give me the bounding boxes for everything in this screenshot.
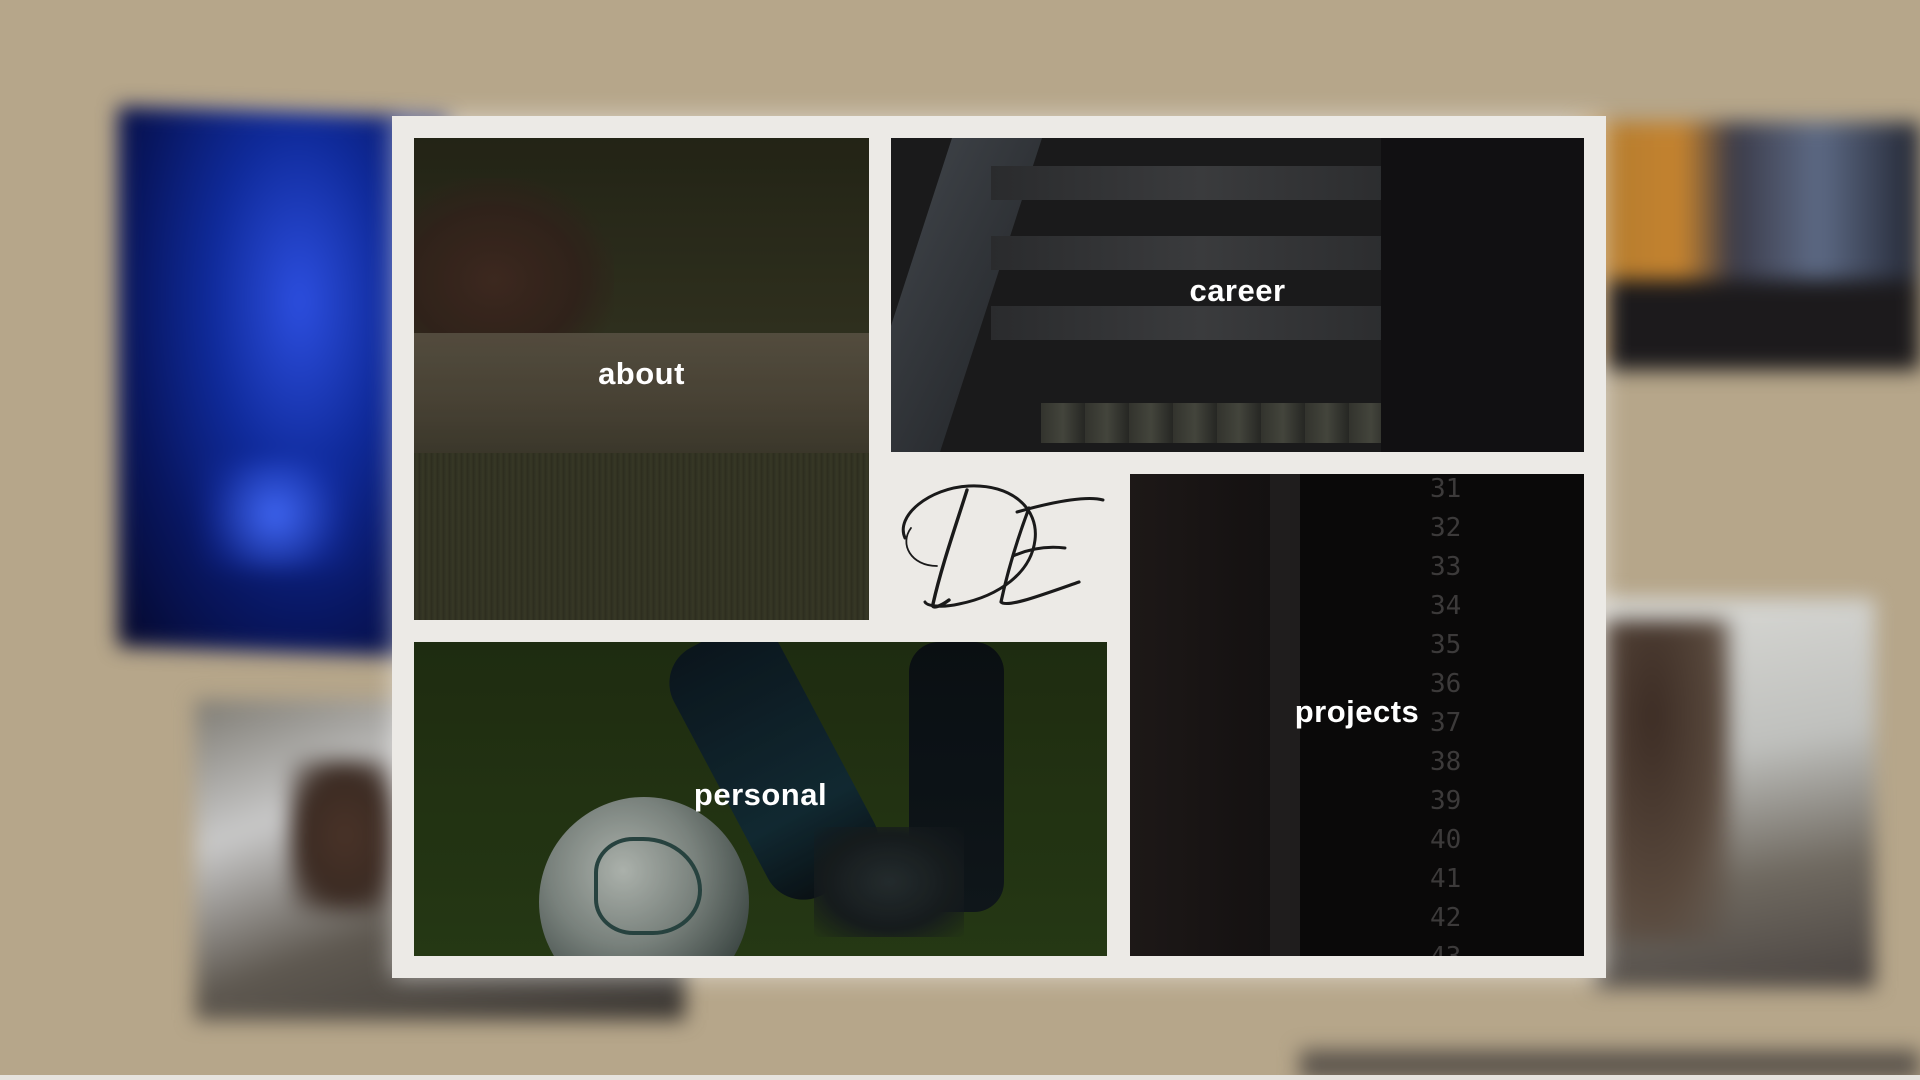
- code-line-number: 41: [1430, 864, 1462, 894]
- career-bottles-image: [1041, 403, 1401, 443]
- tile-career[interactable]: career: [891, 138, 1584, 452]
- code-line-number: 39: [1430, 786, 1462, 816]
- code-line-number: 33: [1430, 552, 1462, 582]
- tile-personal[interactable]: personal: [414, 642, 1107, 956]
- tile-about[interactable]: about: [414, 138, 869, 620]
- code-line-number: 32: [1430, 513, 1462, 543]
- tile-career-label: career: [1189, 273, 1286, 308]
- tile-about-label: about: [598, 356, 685, 391]
- code-line-number: 34: [1430, 591, 1462, 621]
- career-shelf: [991, 166, 1411, 200]
- background-photo-left-face: [290, 760, 400, 910]
- signature-monogram-icon[interactable]: DE: [889, 478, 1111, 628]
- code-line-number: 40: [1430, 825, 1462, 855]
- tile-personal-label: personal: [693, 777, 828, 812]
- code-line-number: 43: [1430, 938, 1461, 956]
- tile-projects[interactable]: 31323334353637383940414243 projects: [1130, 474, 1584, 956]
- page-stage: about career DE 313233343: [0, 0, 1920, 1080]
- career-shelf: [991, 236, 1411, 270]
- code-line-number: 35: [1430, 630, 1462, 660]
- code-line-number: 42: [1430, 903, 1462, 933]
- bottom-rule: [0, 1075, 1920, 1080]
- code-line-number: 38: [1430, 747, 1462, 777]
- background-photo-right-figure: [1600, 620, 1730, 940]
- tile-projects-label: projects: [1294, 694, 1420, 729]
- background-top-right-shelf: [1605, 280, 1920, 370]
- code-line-number: 31: [1430, 474, 1462, 504]
- navigation-card: about career DE 313233343: [392, 116, 1606, 978]
- career-shelf: [991, 306, 1411, 340]
- background-monitor-glow: [200, 460, 350, 570]
